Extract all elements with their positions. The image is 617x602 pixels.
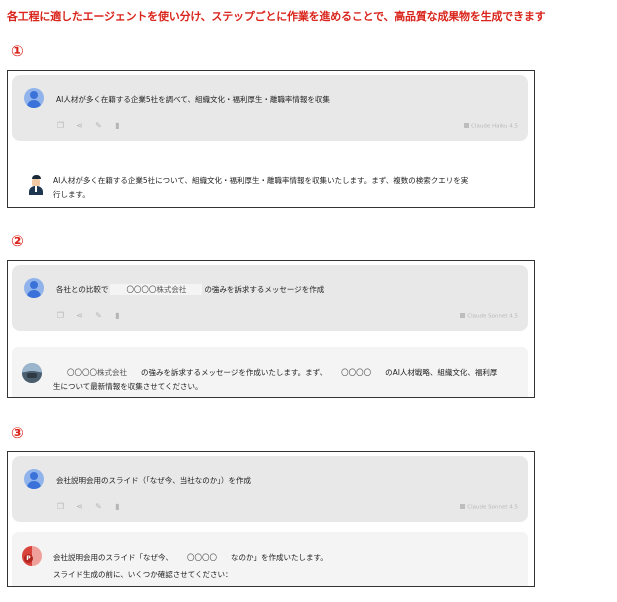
masked-company: 〇〇〇〇: [175, 549, 229, 566]
copy-icon[interactable]: ❐: [56, 311, 65, 320]
headline: 各工程に適したエージェントを使い分け、ステップごとに作業を進めることで、高品質な…: [7, 10, 546, 23]
user-message-card: AI人材が多く在籍する企業5社を調べて、組織文化・福利厚生・離職率情報を収集 ❐…: [12, 75, 528, 141]
assistant-reply-text: AI人材が多く在籍する企業5社について、組織文化・福利厚生・離職率情報を収集いた…: [53, 174, 468, 202]
model-name: Claude Sonnet 4.5: [467, 313, 518, 320]
user-prompt-text: 会社説明会用のスライド（「なぜ今、当社なのか」）を作成: [56, 476, 251, 485]
delete-icon[interactable]: ▮: [113, 502, 122, 511]
message-actions: ❐ ⋖ ✎ ▮: [56, 502, 122, 511]
model-name: Claude Haiku 4.5: [471, 123, 518, 130]
message-actions: ❐ ⋖ ✎ ▮: [56, 311, 122, 320]
assistant-reply-text: 会社説明会用のスライド「なぜ今、 〇〇〇〇 なのか」を作成いたします。 スライド生成…: [53, 549, 328, 583]
masked-company: 〇〇〇〇株式会社: [55, 366, 139, 380]
masked-company: 〇〇〇〇: [329, 366, 384, 380]
step-number-1: ①: [11, 42, 24, 60]
assistant-reply-text: 〇〇〇〇株式会社 の強みを訴求するメッセージを作成いたします。まず、 〇〇〇〇 のAI…: [53, 366, 497, 394]
user-message-card: 会社説明会用のスライド（「なぜ今、当社なのか」）を作成 ❐ ⋖ ✎ ▮ Clau…: [12, 456, 528, 522]
chat-panel-2: 各社との比較で 〇〇〇〇株式会社 の強みを訴求するメッセージを作成 ❐ ⋖ ✎ ▮ …: [7, 260, 535, 398]
user-avatar: [24, 469, 44, 489]
user-prompt-text: AI人材が多く在籍する企業5社を調べて、組織文化・福利厚生・離職率情報を収集: [56, 95, 330, 104]
step-number-2: ②: [11, 232, 24, 250]
share-icon[interactable]: ⋖: [75, 121, 84, 130]
model-icon: [460, 504, 466, 509]
masked-company: 〇〇〇〇株式会社: [110, 284, 203, 295]
user-message-card: 各社との比較で 〇〇〇〇株式会社 の強みを訴求するメッセージを作成 ❐ ⋖ ✎ ▮ …: [12, 265, 528, 331]
share-icon[interactable]: ⋖: [75, 311, 84, 320]
reply-part: 会社説明会用のスライド「なぜ今、: [53, 553, 173, 562]
copy-icon[interactable]: ❐: [56, 502, 65, 511]
user-prompt-text: 各社との比較で 〇〇〇〇株式会社 の強みを訴求するメッセージを作成: [56, 284, 324, 295]
share-icon[interactable]: ⋖: [75, 502, 84, 511]
user-avatar: [24, 278, 44, 298]
reply-line-2: スライド生成の前に、いくつか確認させてください：: [53, 570, 233, 579]
step-number-3: ③: [11, 424, 24, 442]
edit-icon[interactable]: ✎: [94, 502, 103, 511]
assistant-reply: AI人材が多く在籍する企業5社について、組織文化・福利厚生・離職率情報を収集いた…: [8, 167, 534, 207]
prompt-part: の強みを訴求するメッセージを作成: [204, 285, 325, 294]
model-icon: [464, 123, 470, 128]
user-avatar: [24, 88, 44, 108]
edit-icon[interactable]: ✎: [94, 121, 103, 130]
edit-icon[interactable]: ✎: [94, 311, 103, 320]
delete-icon[interactable]: ▮: [113, 121, 122, 130]
reply-line-1: 〇〇〇〇株式会社 の強みを訴求するメッセージを作成いたします。まず、 〇〇〇〇 のAI…: [53, 366, 497, 380]
reply-line-1: 会社説明会用のスライド「なぜ今、 〇〇〇〇 なのか」を作成いたします。: [53, 549, 328, 566]
reply-line-1: AI人材が多く在籍する企業5社について、組織文化・福利厚生・離職率情報を収集いた…: [53, 176, 469, 185]
reply-part: の強みを訴求するメッセージを作成いたします。まず、: [141, 368, 328, 377]
copy-icon[interactable]: ❐: [56, 121, 65, 130]
model-name: Claude Sonnet 4.5: [467, 504, 518, 511]
reply-part: のAI人材戦略、組織文化、福利厚: [385, 368, 498, 377]
prompt-part: 各社との比較で: [56, 285, 109, 294]
chat-panel-3: 会社説明会用のスライド（「なぜ今、当社なのか」）を作成 ❐ ⋖ ✎ ▮ Clau…: [7, 451, 535, 587]
model-icon: [460, 313, 466, 318]
reply-line-2: 生について最新情報を収集させてください。: [53, 382, 203, 391]
delete-icon[interactable]: ▮: [113, 311, 122, 320]
reply-part: なのか」を作成いたします。: [231, 553, 328, 562]
reply-line-2: 行します。: [53, 190, 90, 199]
assistant-reply: 〇〇〇〇株式会社 の強みを訴求するメッセージを作成いたします。まず、 〇〇〇〇 のAI…: [12, 347, 528, 397]
model-tag: Claude Sonnet 4.5: [460, 504, 518, 511]
chat-panel-1: AI人材が多く在籍する企業5社を調べて、組織文化・福利厚生・離職率情報を収集 ❐…: [7, 70, 535, 208]
assistant-avatar: P: [22, 546, 42, 566]
message-actions: ❐ ⋖ ✎ ▮: [56, 121, 122, 130]
model-tag: Claude Sonnet 4.5: [460, 313, 518, 320]
assistant-avatar: [26, 175, 46, 195]
model-tag: Claude Haiku 4.5: [464, 123, 518, 130]
assistant-avatar: [22, 363, 42, 383]
assistant-reply: P 会社説明会用のスライド「なぜ今、 〇〇〇〇 なのか」を作成いたします。 スライド…: [12, 532, 528, 586]
